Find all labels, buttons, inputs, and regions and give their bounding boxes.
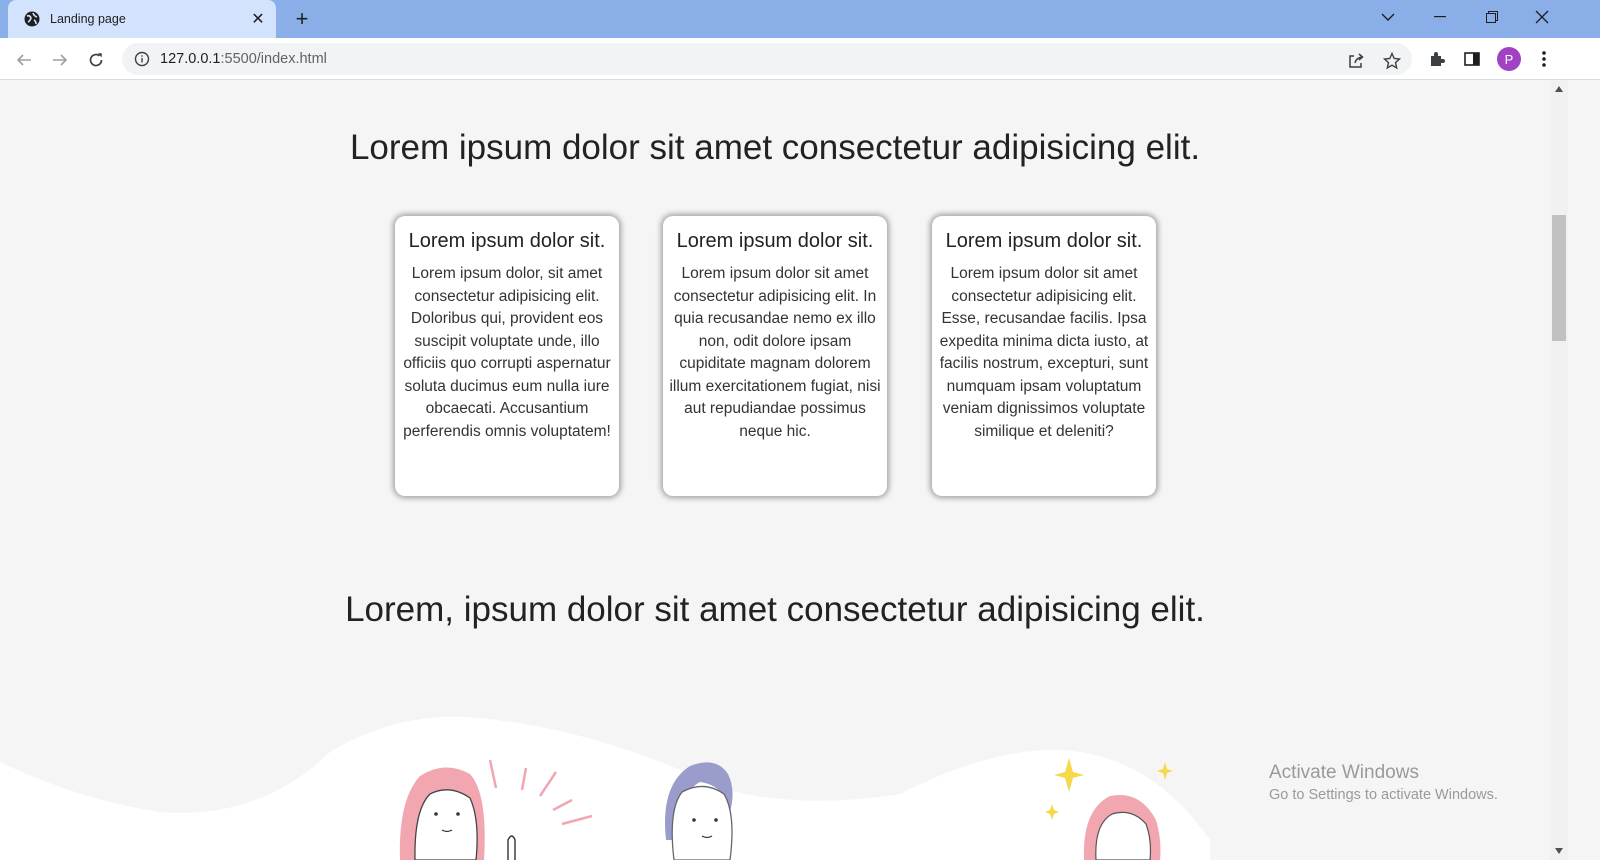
scroll-down-arrow-icon[interactable] <box>1550 842 1568 860</box>
url-path: :5500/index.html <box>220 51 327 67</box>
url-text[interactable]: 127.0.0.1:5500/index.html <box>160 51 327 67</box>
close-icon[interactable] <box>1518 0 1566 34</box>
puzzle-icon[interactable] <box>1426 48 1448 70</box>
side-panel-icon[interactable] <box>1461 48 1483 70</box>
card-text: Lorem ipsum dolor sit amet consectetur a… <box>939 265 1149 440</box>
close-icon[interactable]: ✕ <box>246 7 270 31</box>
window-edge <box>1568 80 1600 860</box>
browser-toolbar: 127.0.0.1:5500/index.html P <box>0 38 1600 80</box>
kebab-menu-icon[interactable] <box>1533 48 1555 70</box>
vertical-scrollbar[interactable] <box>1550 80 1568 860</box>
globe-icon <box>24 11 40 27</box>
tab-landing-page[interactable]: Landing page ✕ <box>8 0 276 38</box>
watermark-title: Activate Windows <box>1269 762 1419 783</box>
tab-strip: Landing page ✕ + <box>0 0 1600 38</box>
address-bar[interactable]: 127.0.0.1:5500/index.html <box>122 43 1412 75</box>
url-host: 127.0.0.1 <box>160 51 221 67</box>
page-viewport: Lorem ipsum dolor sit amet consectetur a… <box>0 80 1550 860</box>
avatar[interactable]: P <box>1497 47 1521 71</box>
card-title: Lorem ipsum dolor sit. <box>945 230 1143 252</box>
chevron-down-icon[interactable] <box>1364 0 1412 34</box>
watermark-subtitle: Go to Settings to activate Windows. <box>1269 787 1498 803</box>
feature-card: Lorem ipsum dolor sit. Lorem ipsum dolor… <box>932 216 1156 496</box>
plus-icon[interactable]: + <box>290 7 314 31</box>
minimize-icon[interactable] <box>1416 0 1464 34</box>
arrow-left-icon[interactable] <box>10 46 38 74</box>
section-heading-top: Lorem ipsum dolor sit amet consectetur a… <box>349 128 1201 167</box>
scroll-up-arrow-icon[interactable] <box>1550 80 1568 98</box>
feature-card: Lorem ipsum dolor sit. Lorem ipsum dolor… <box>663 216 887 496</box>
info-icon[interactable] <box>134 51 150 67</box>
share-icon[interactable] <box>1346 51 1366 71</box>
star-icon[interactable] <box>1382 51 1402 71</box>
tab-title: Landing page <box>50 12 126 26</box>
card-text: Lorem ipsum dolor sit amet consectetur a… <box>669 265 881 440</box>
card-title: Lorem ipsum dolor sit. <box>408 230 606 252</box>
feature-card: Lorem ipsum dolor sit. Lorem ipsum dolor… <box>395 216 619 496</box>
card-text: Lorem ipsum dolor, sit amet consectetur … <box>403 265 611 440</box>
restore-icon[interactable] <box>1468 0 1516 34</box>
arrow-right-icon[interactable] <box>46 46 74 74</box>
section-heading-bottom: Lorem, ipsum dolor sit amet consectetur … <box>345 590 1205 629</box>
scrollbar-thumb[interactable] <box>1552 215 1566 341</box>
activate-windows-watermark: Activate Windows Go to Settings to activ… <box>1269 762 1498 803</box>
reload-icon[interactable] <box>82 46 110 74</box>
card-title: Lorem ipsum dolor sit. <box>676 230 874 252</box>
